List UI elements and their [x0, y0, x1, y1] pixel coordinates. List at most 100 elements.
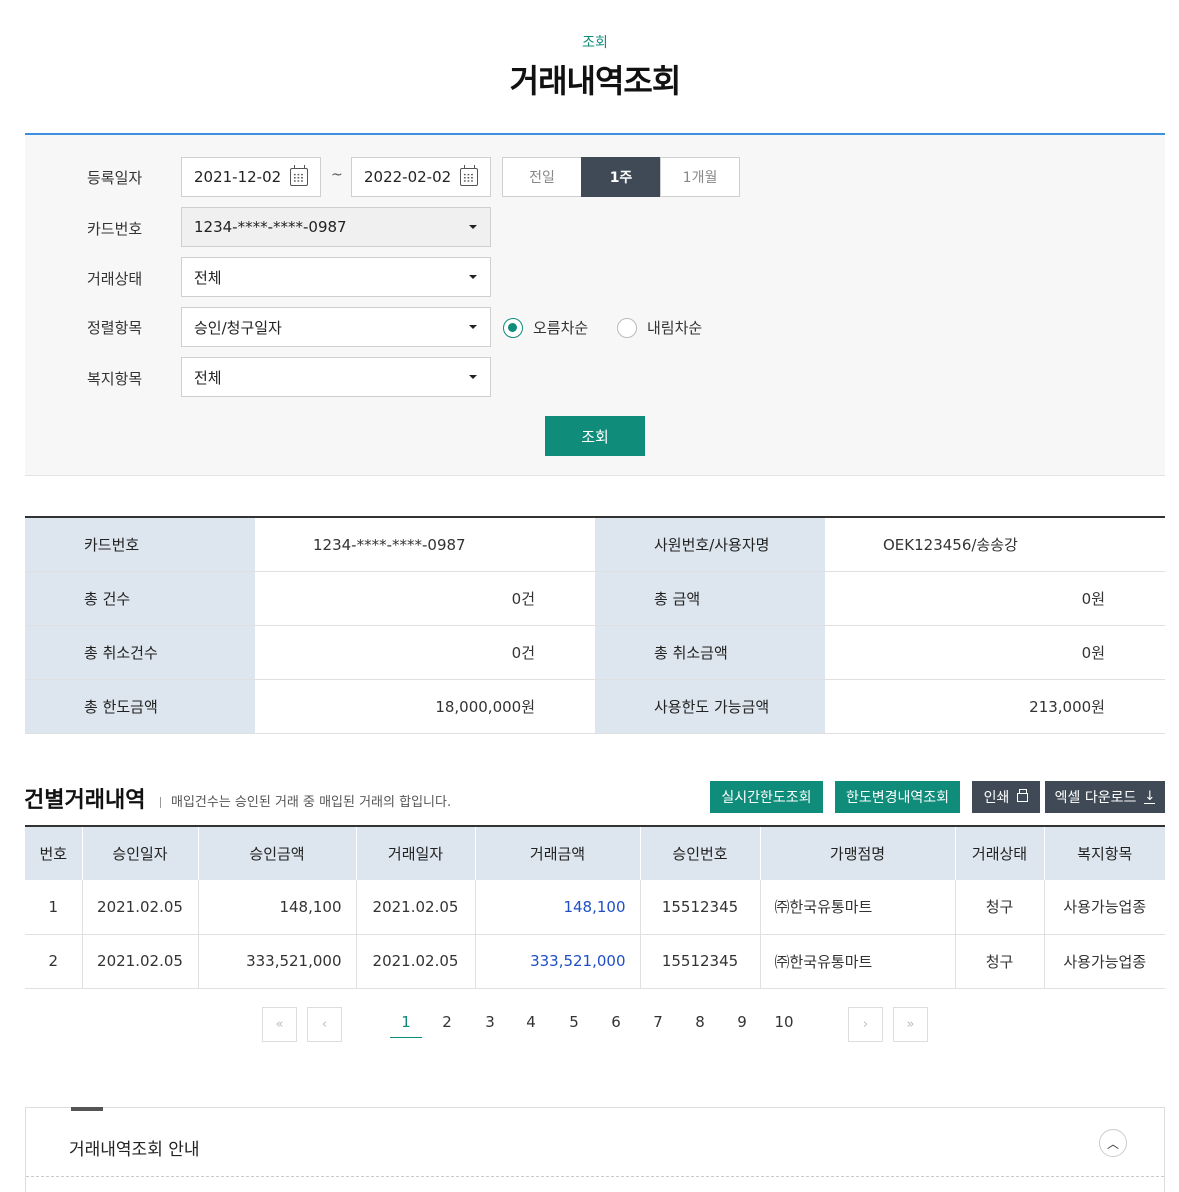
search-button[interactable]: 조회 — [545, 416, 645, 456]
page-number-7[interactable]: 7 — [642, 1013, 674, 1031]
summary-card-label: 카드번호 — [25, 518, 255, 571]
cell-welfare: 사용가능업종 — [1043, 934, 1165, 989]
period-button-1-month[interactable]: 1개월 — [660, 157, 740, 197]
calendar-icon[interactable] — [290, 165, 308, 186]
summary-card-value: 1234-****-****-0987 — [313, 535, 466, 554]
printer-icon — [1017, 788, 1029, 802]
column-header: 가맹점명 — [759, 826, 955, 880]
sort-desc-label: 내림차순 — [647, 319, 703, 337]
radio-checked-icon[interactable] — [503, 317, 523, 338]
column-header: 복지항목 — [1043, 826, 1165, 880]
guide-accordion: 거래내역조회 안내 ︿ — [25, 1107, 1165, 1192]
welfare-select[interactable]: 전체 — [181, 357, 491, 397]
chevron-up-icon[interactable]: ︿ — [1099, 1129, 1127, 1157]
summary-cancel-count-label: 총 취소건수 — [25, 626, 255, 679]
summary-count-label: 총 건수 — [25, 572, 255, 625]
cell-transaction-date: 2021.02.05 — [355, 934, 475, 989]
print-button[interactable]: 인쇄 — [972, 781, 1040, 813]
page-number-8[interactable]: 8 — [684, 1013, 716, 1031]
page-number-4[interactable]: 4 — [515, 1013, 547, 1031]
page-number-2[interactable]: 2 — [431, 1013, 463, 1031]
reg-date-label: 등록일자 — [87, 169, 143, 187]
cell-transaction-date: 2021.02.05 — [355, 880, 475, 935]
transaction-table: 번호 승인일자 승인금액 거래일자 거래금액 승인번호 가맹점명 거래상태 복지… — [25, 825, 1165, 989]
cell-no: 1 — [25, 880, 82, 935]
summary-count-value: 0건 — [511, 590, 535, 608]
page-number-5[interactable]: 5 — [558, 1013, 590, 1031]
page-number-3[interactable]: 3 — [474, 1013, 506, 1031]
table-row[interactable]: 2 2021.02.05 333,521,000 2021.02.05 333,… — [25, 934, 1165, 989]
start-date-value: 2021-12-02 — [194, 168, 282, 186]
period-button-1-week[interactable]: 1주 — [581, 157, 661, 197]
cell-status: 청구 — [954, 934, 1044, 989]
summary-row: 총 한도금액 18,000,000원 사용한도 가능금액 213,000원 — [25, 680, 1165, 734]
page-number-6[interactable]: 6 — [600, 1013, 632, 1031]
cell-merchant: ㈜한국유통마트 — [759, 880, 955, 935]
section-description: 매입건수는 승인된 거래 중 매입된 거래의 합입니다. — [160, 791, 451, 810]
summary-emp-label: 사원번호/사용자명 — [595, 518, 825, 571]
period-button-group: 전일 1주 1개월 — [502, 157, 740, 197]
sort-asc-radio[interactable]: 오름차순 — [503, 317, 588, 338]
column-header: 거래금액 — [474, 826, 640, 880]
summary-cancel-amount-label: 총 취소금액 — [595, 626, 825, 679]
radio-unchecked-icon[interactable] — [617, 317, 637, 338]
calendar-icon[interactable] — [460, 165, 478, 186]
end-date-input[interactable]: 2022-02-02 — [351, 157, 491, 197]
summary-available-label: 사용한도 가능금액 — [595, 680, 825, 733]
cell-transaction-amount-link[interactable]: 148,100 — [474, 880, 640, 935]
summary-table: 카드번호 1234-****-****-0987 사원번호/사용자명 OEK12… — [25, 516, 1165, 734]
sort-label: 정렬항목 — [87, 319, 143, 337]
guide-title: 거래내역조회 안내 — [69, 1140, 200, 1160]
column-header: 거래일자 — [355, 826, 475, 880]
column-header: 승인번호 — [639, 826, 760, 880]
download-icon: ↓ — [1144, 789, 1156, 804]
excel-download-label: 엑셀 다운로드 — [1054, 790, 1137, 806]
limit-history-button[interactable]: 한도변경내역조회 — [835, 781, 960, 813]
status-select[interactable]: 전체 — [181, 257, 491, 297]
cell-approval-date: 2021.02.05 — [81, 934, 198, 989]
cell-approval-number: 15512345 — [639, 934, 760, 989]
cell-approval-date: 2021.02.05 — [81, 880, 198, 935]
guide-divider — [26, 1176, 1164, 1177]
card-number-select[interactable]: 1234-****-****-0987 — [181, 207, 491, 247]
summary-limit-value: 18,000,000원 — [435, 698, 535, 716]
status-label: 거래상태 — [87, 270, 143, 288]
card-number-value: 1234-****-****-0987 — [194, 218, 347, 236]
end-date-value: 2022-02-02 — [364, 168, 452, 186]
welfare-value: 전체 — [194, 368, 222, 387]
summary-available-value: 213,000원 — [1029, 698, 1105, 716]
date-range-separator: ~ — [331, 167, 343, 183]
realtime-limit-button[interactable]: 실시간한도조회 — [710, 781, 823, 813]
first-page-button[interactable]: « — [262, 1007, 297, 1042]
caret-down-icon — [469, 325, 477, 329]
sort-asc-label: 오름차순 — [533, 319, 589, 337]
summary-row: 카드번호 1234-****-****-0987 사원번호/사용자명 OEK12… — [25, 518, 1165, 572]
page-number-9[interactable]: 9 — [726, 1013, 758, 1031]
summary-cancel-amount-value: 0원 — [1081, 644, 1105, 662]
sort-desc-radio[interactable]: 내림차순 — [617, 317, 702, 338]
sort-select[interactable]: 승인/청구일자 — [181, 307, 491, 347]
page-number-1[interactable]: 1 — [390, 1013, 422, 1038]
last-page-button[interactable]: » — [893, 1007, 928, 1042]
period-button-prev-day[interactable]: 전일 — [502, 157, 582, 197]
cell-welfare: 사용가능업종 — [1043, 880, 1165, 935]
caret-down-icon — [469, 375, 477, 379]
cell-merchant: ㈜한국유통마트 — [759, 934, 955, 989]
column-header: 거래상태 — [954, 826, 1044, 880]
summary-row: 총 건수 0건 총 금액 0원 — [25, 572, 1165, 626]
sort-value: 승인/청구일자 — [194, 318, 282, 337]
table-row[interactable]: 1 2021.02.05 148,100 2021.02.05 148,100 … — [25, 880, 1165, 935]
page-title: 거래내역조회 — [509, 62, 682, 100]
cell-status: 청구 — [954, 880, 1044, 935]
page-number-10[interactable]: 10 — [768, 1013, 800, 1031]
excel-download-button[interactable]: 엑셀 다운로드 ↓ — [1045, 781, 1165, 813]
section-title: 건별거래내역 — [24, 788, 146, 813]
start-date-input[interactable]: 2021-12-02 — [181, 157, 321, 197]
next-page-button[interactable]: › — [848, 1007, 883, 1042]
cell-transaction-amount-link[interactable]: 333,521,000 — [474, 934, 640, 989]
search-panel: 등록일자 2021-12-02 ~ 2022-02-02 전일 1주 1개월 카… — [25, 133, 1165, 476]
cell-no: 2 — [25, 934, 82, 989]
caret-down-icon — [469, 225, 477, 229]
caret-down-icon — [469, 275, 477, 279]
prev-page-button[interactable]: ‹ — [307, 1007, 342, 1042]
